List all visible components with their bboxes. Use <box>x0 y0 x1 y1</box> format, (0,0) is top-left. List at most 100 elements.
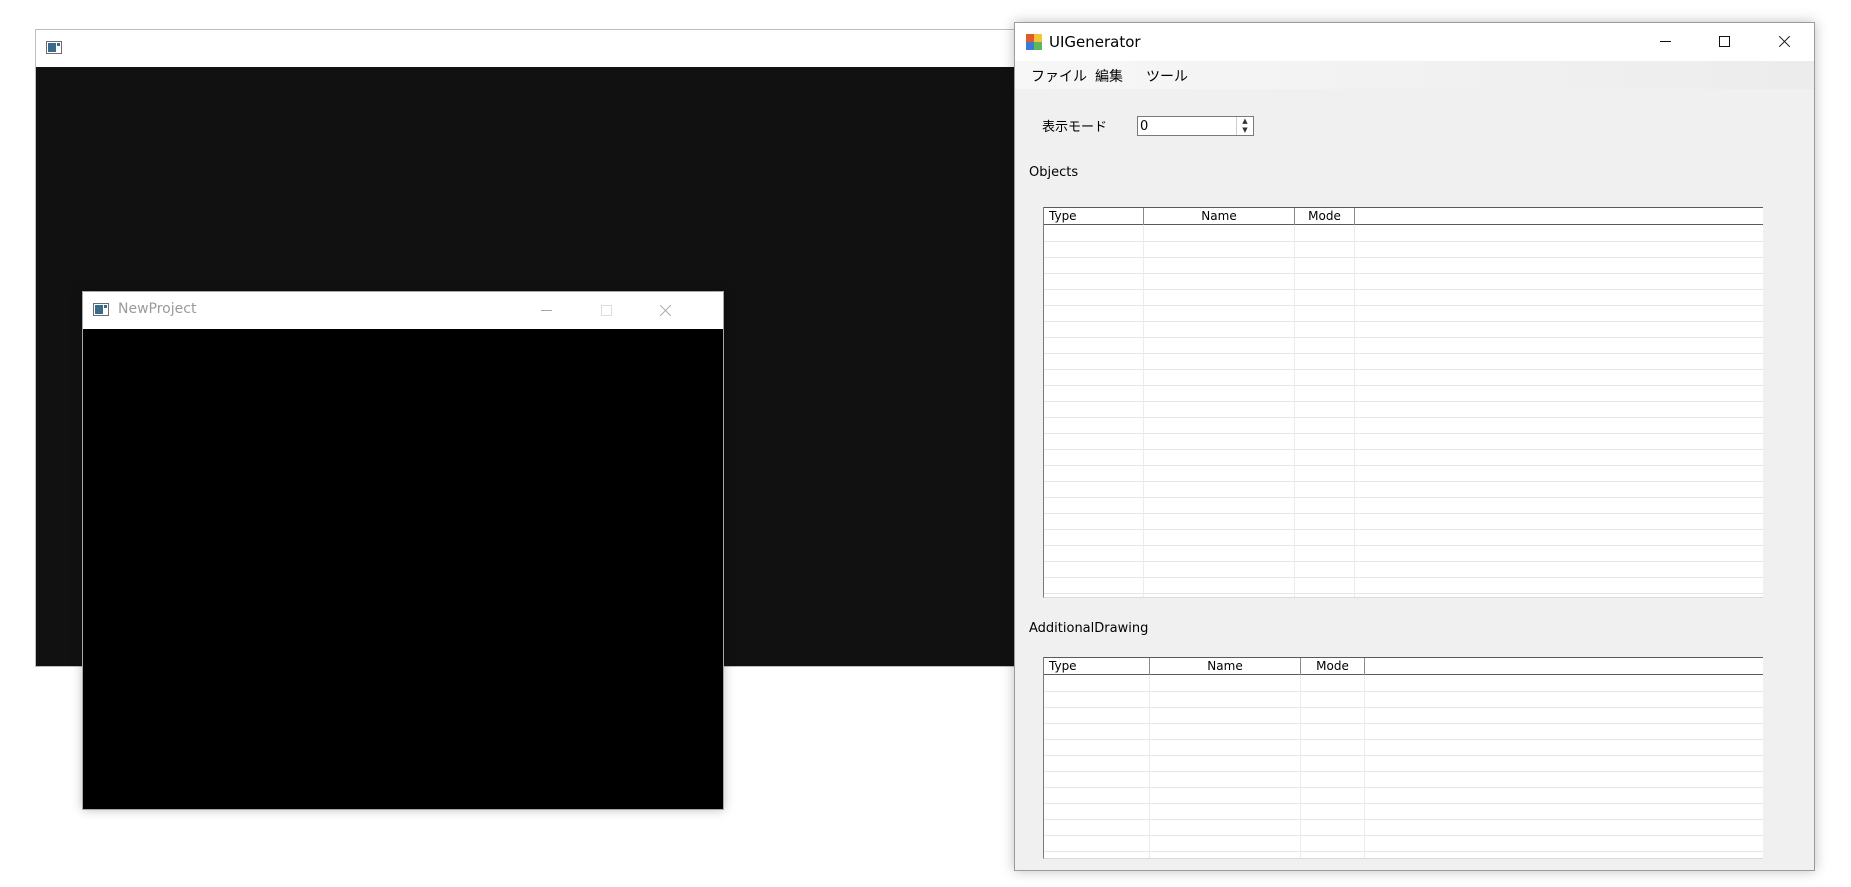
table-cell[interactable] <box>1144 353 1295 369</box>
table-cell[interactable] <box>1295 401 1355 417</box>
table-cell[interactable] <box>1144 257 1295 273</box>
table-cell[interactable] <box>1150 675 1301 691</box>
table-cell[interactable] <box>1044 675 1150 691</box>
table-row[interactable] <box>1044 401 1763 418</box>
table-cell[interactable] <box>1044 819 1150 835</box>
table-cell[interactable] <box>1150 835 1301 851</box>
table-cell[interactable] <box>1301 675 1365 691</box>
table-row[interactable] <box>1044 257 1763 274</box>
objects-grid-body[interactable] <box>1044 225 1763 597</box>
table-cell[interactable] <box>1144 561 1295 577</box>
table-row[interactable] <box>1044 723 1763 740</box>
table-cell[interactable] <box>1150 723 1301 739</box>
table-cell[interactable] <box>1044 401 1144 417</box>
column-header-mode[interactable]: Mode <box>1295 208 1355 225</box>
table-cell[interactable] <box>1295 353 1355 369</box>
table-cell[interactable] <box>1144 513 1295 529</box>
table-cell[interactable] <box>1295 321 1355 337</box>
table-cell[interactable] <box>1044 545 1144 561</box>
table-cell[interactable] <box>1295 385 1355 401</box>
table-cell[interactable] <box>1295 561 1355 577</box>
table-cell[interactable] <box>1301 691 1365 707</box>
table-cell[interactable] <box>1044 321 1144 337</box>
table-cell[interactable] <box>1044 707 1150 723</box>
table-cell[interactable] <box>1044 851 1150 858</box>
table-cell[interactable] <box>1150 851 1301 858</box>
table-cell[interactable] <box>1301 755 1365 771</box>
table-cell[interactable] <box>1144 305 1295 321</box>
table-cell[interactable] <box>1301 851 1365 858</box>
table-cell[interactable] <box>1144 577 1295 593</box>
table-cell[interactable] <box>1044 739 1150 755</box>
table-cell[interactable] <box>1150 739 1301 755</box>
table-cell[interactable] <box>1295 433 1355 449</box>
table-cell[interactable] <box>1144 481 1295 497</box>
maximize-button[interactable] <box>577 292 635 329</box>
table-row[interactable] <box>1044 225 1763 242</box>
table-cell[interactable] <box>1044 433 1144 449</box>
table-cell[interactable] <box>1044 337 1144 353</box>
close-button[interactable] <box>1755 23 1813 60</box>
table-cell[interactable] <box>1295 417 1355 433</box>
table-row[interactable] <box>1044 851 1763 858</box>
display-mode-stepper[interactable]: ▲ ▼ <box>1137 116 1254 136</box>
table-cell[interactable] <box>1295 305 1355 321</box>
table-cell[interactable] <box>1044 593 1144 597</box>
table-row[interactable] <box>1044 675 1763 692</box>
objects-grid[interactable]: Type Name Mode <box>1043 207 1763 598</box>
table-cell[interactable] <box>1295 529 1355 545</box>
table-row[interactable] <box>1044 819 1763 836</box>
table-row[interactable] <box>1044 481 1763 498</box>
table-row[interactable] <box>1044 465 1763 482</box>
table-cell[interactable] <box>1295 545 1355 561</box>
table-cell[interactable] <box>1150 771 1301 787</box>
table-row[interactable] <box>1044 787 1763 804</box>
table-cell[interactable] <box>1044 385 1144 401</box>
column-header-name[interactable]: Name <box>1144 208 1295 225</box>
table-cell[interactable] <box>1144 385 1295 401</box>
table-cell[interactable] <box>1295 497 1355 513</box>
column-header-type[interactable]: Type <box>1044 208 1144 225</box>
table-cell[interactable] <box>1044 691 1150 707</box>
menu-edit[interactable]: 編集 <box>1095 66 1123 86</box>
minimize-button[interactable] <box>1637 23 1695 60</box>
table-cell[interactable] <box>1301 723 1365 739</box>
column-header-type[interactable]: Type <box>1044 658 1150 675</box>
table-cell[interactable] <box>1295 273 1355 289</box>
table-cell[interactable] <box>1301 739 1365 755</box>
menu-tools[interactable]: ツール <box>1146 66 1188 86</box>
table-cell[interactable] <box>1295 369 1355 385</box>
table-cell[interactable] <box>1044 577 1144 593</box>
table-cell[interactable] <box>1144 321 1295 337</box>
table-cell[interactable] <box>1044 497 1144 513</box>
table-cell[interactable] <box>1295 481 1355 497</box>
render-canvas[interactable] <box>83 329 723 809</box>
spinner-down-icon[interactable]: ▼ <box>1237 126 1253 135</box>
table-cell[interactable] <box>1301 707 1365 723</box>
table-cell[interactable] <box>1144 337 1295 353</box>
additional-drawing-grid[interactable]: Type Name Mode <box>1043 657 1763 859</box>
table-cell[interactable] <box>1301 835 1365 851</box>
table-cell[interactable] <box>1150 787 1301 803</box>
newproject-title-bar[interactable]: NewProject <box>83 292 723 329</box>
table-cell[interactable] <box>1044 529 1144 545</box>
table-row[interactable] <box>1044 433 1763 450</box>
table-cell[interactable] <box>1044 241 1144 257</box>
table-row[interactable] <box>1044 369 1763 386</box>
table-cell[interactable] <box>1144 497 1295 513</box>
table-cell[interactable] <box>1044 257 1144 273</box>
column-header-name[interactable]: Name <box>1150 658 1301 675</box>
table-row[interactable] <box>1044 321 1763 338</box>
table-cell[interactable] <box>1150 707 1301 723</box>
table-cell[interactable] <box>1144 225 1295 241</box>
table-cell[interactable] <box>1150 691 1301 707</box>
table-cell[interactable] <box>1044 787 1150 803</box>
table-row[interactable] <box>1044 739 1763 756</box>
maximize-button[interactable] <box>1695 23 1753 60</box>
table-cell[interactable] <box>1044 289 1144 305</box>
table-cell[interactable] <box>1044 305 1144 321</box>
table-cell[interactable] <box>1150 755 1301 771</box>
table-cell[interactable] <box>1144 241 1295 257</box>
table-cell[interactable] <box>1295 257 1355 273</box>
table-row[interactable] <box>1044 691 1763 708</box>
